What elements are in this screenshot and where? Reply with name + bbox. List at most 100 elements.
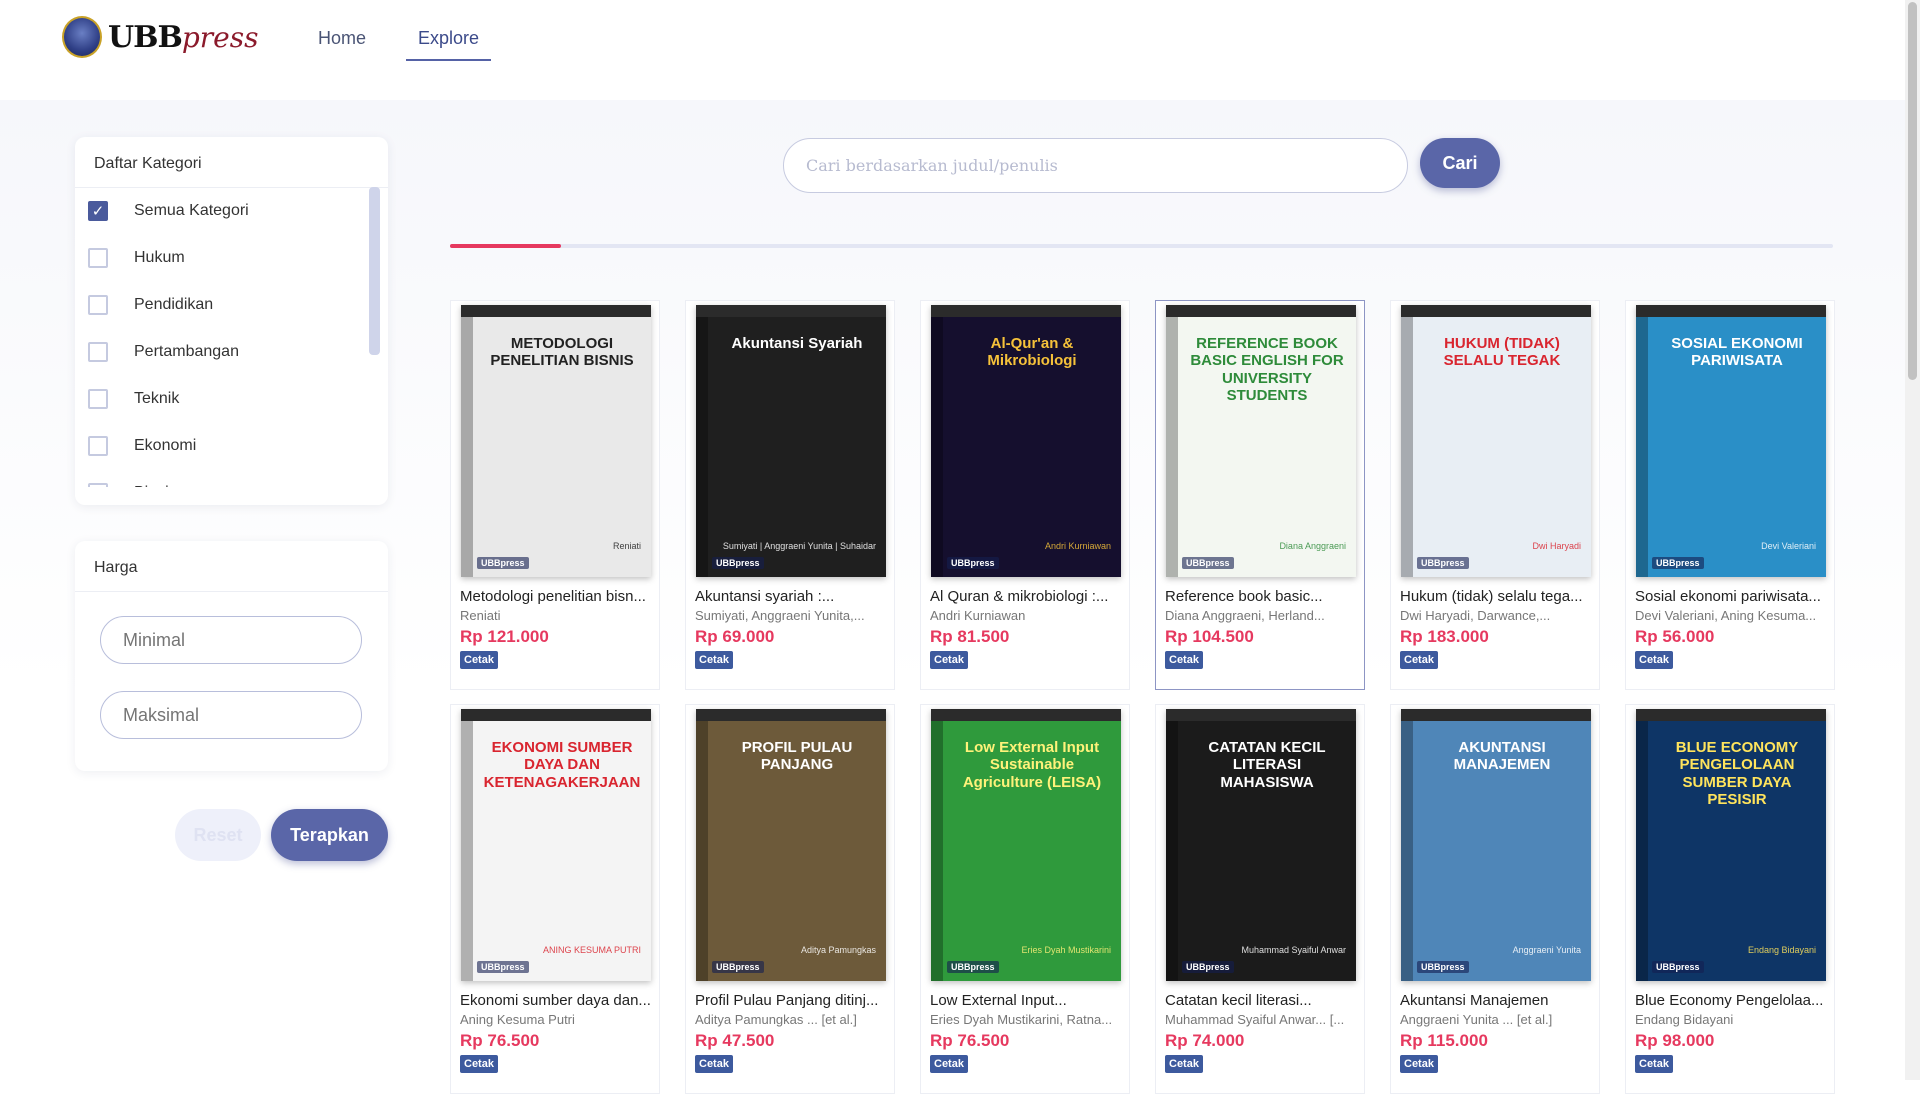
book-title[interactable]: Hukum (tidak) selalu tega... bbox=[1400, 588, 1596, 605]
category-panel-title: Daftar Kategori bbox=[75, 137, 388, 188]
category-list[interactable]: ✓ Semua Kategori Hukum Pendidikan Pertambang… bbox=[75, 187, 388, 487]
checkbox-checked-icon[interactable]: ✓ bbox=[88, 200, 108, 221]
book-cover-top bbox=[1401, 709, 1591, 721]
category-item[interactable]: Pendidikan bbox=[75, 281, 388, 328]
book-cover[interactable]: METODOLOGI PENELITIAN BISNIS Reniati UBBpr… bbox=[461, 305, 651, 577]
cover-title: Akuntansi Syariah bbox=[731, 335, 863, 352]
brand-logo[interactable]: UBBpress bbox=[62, 16, 259, 58]
search-button[interactable]: Cari bbox=[1420, 138, 1500, 188]
book-title[interactable]: Akuntansi Manajemen bbox=[1400, 992, 1596, 1009]
publisher-logo-sub: press bbox=[1440, 962, 1465, 972]
book-card[interactable]: PROFIL PULAU PANJANG Aditya Pamungkas UBBp… bbox=[685, 704, 895, 1094]
min-price-input[interactable] bbox=[100, 616, 362, 664]
publisher-logo-sub: press bbox=[500, 962, 525, 972]
checkbox-icon[interactable] bbox=[88, 341, 108, 362]
checkbox-icon[interactable] bbox=[88, 247, 108, 268]
cover-title: EKONOMI SUMBER DAYA DAN KETENAGAKERJAAN bbox=[483, 739, 641, 791]
checkbox-icon[interactable] bbox=[88, 435, 108, 456]
book-cover[interactable]: Al-Qur'an & Mikrobiologi Andri Kurniawan U… bbox=[931, 305, 1121, 577]
publisher-logo: UBBpress bbox=[1182, 557, 1234, 569]
book-cover[interactable]: REFERENCE BOOK BASIC ENGLISH FOR UNIVERS… bbox=[1166, 305, 1356, 577]
category-item[interactable]: Ekonomi bbox=[75, 422, 388, 469]
category-list-scrollbar[interactable] bbox=[369, 187, 380, 355]
print-badge: Cetak bbox=[1635, 651, 1673, 669]
publisher-logo: UBBpress bbox=[1182, 961, 1234, 973]
book-price: Rp 76.500 bbox=[930, 1031, 1010, 1050]
publisher-logo-main: UBB bbox=[1656, 962, 1676, 972]
book-cover[interactable]: Low External Input Sustainable Agricultu… bbox=[931, 709, 1121, 981]
page-scrollbar-thumb[interactable] bbox=[1908, 2, 1917, 380]
book-title[interactable]: Sosial ekonomi pariwisata... bbox=[1635, 588, 1831, 605]
book-title[interactable]: Ekonomi sumber daya dan... bbox=[460, 992, 656, 1009]
book-cover-spine bbox=[461, 721, 473, 981]
book-title[interactable]: Metodologi penelitian bisn... bbox=[460, 588, 656, 605]
book-cover-top bbox=[1166, 305, 1356, 317]
book-title[interactable]: Akuntansi syariah :... bbox=[695, 588, 891, 605]
book-cover[interactable]: Akuntansi Syariah Sumiyati | Anggraeni Yu… bbox=[696, 305, 886, 577]
checkbox-icon[interactable] bbox=[88, 294, 108, 315]
publisher-logo-sub: press bbox=[970, 962, 995, 972]
publisher-logo-sub: press bbox=[500, 558, 525, 568]
publisher-logo-main: UBB bbox=[716, 962, 736, 972]
publisher-logo: UBBpress bbox=[712, 961, 764, 973]
category-panel: Daftar Kategori ✓ Semua Kategori Hukum Pend… bbox=[75, 137, 388, 505]
search-input[interactable]: Cari berdasarkan judul/penulis bbox=[783, 138, 1408, 193]
book-title[interactable]: Catatan kecil literasi... bbox=[1165, 992, 1361, 1009]
book-card[interactable]: METODOLOGI PENELITIAN BISNIS Reniati UBBpr… bbox=[450, 300, 660, 690]
book-card[interactable]: Akuntansi Syariah Sumiyati | Anggraeni Yu… bbox=[685, 300, 895, 690]
book-card[interactable]: AKUNTANSI MANAJEMEN Anggraeni Yunita UBBpr… bbox=[1390, 704, 1600, 1094]
book-card[interactable]: SOSIAL EKONOMI PARIWISATA Devi Valeriani U… bbox=[1625, 300, 1835, 690]
book-card[interactable]: BLUE ECONOMY PENGELOLAAN SUMBER DAYA PES… bbox=[1625, 704, 1835, 1094]
book-cover-top bbox=[1401, 305, 1591, 317]
book-card[interactable]: Low External Input Sustainable Agricultu… bbox=[920, 704, 1130, 1094]
main-nav: Home Explore bbox=[318, 24, 531, 61]
book-cover[interactable]: AKUNTANSI MANAJEMEN Anggraeni Yunita UBBpr… bbox=[1401, 709, 1591, 981]
publisher-logo: UBBpress bbox=[477, 961, 529, 973]
book-cover[interactable]: HUKUM (TIDAK) SELALU TEGAK Dwi Haryadi UBB… bbox=[1401, 305, 1591, 577]
checkbox-icon[interactable] bbox=[88, 482, 108, 487]
print-badge: Cetak bbox=[1400, 651, 1438, 669]
book-title[interactable]: Reference book basic... bbox=[1165, 588, 1361, 605]
category-item[interactable]: Pertambangan bbox=[75, 328, 388, 375]
book-cover[interactable]: PROFIL PULAU PANJANG Aditya Pamungkas UBBp… bbox=[696, 709, 886, 981]
book-card[interactable]: Al-Qur'an & Mikrobiologi Andri Kurniawan U… bbox=[920, 300, 1130, 690]
book-price: Rp 183.000 bbox=[1400, 627, 1489, 646]
book-author: Reniati bbox=[460, 608, 501, 623]
book-card[interactable]: HUKUM (TIDAK) SELALU TEGAK Dwi Haryadi UBB… bbox=[1390, 300, 1600, 690]
category-item[interactable]: Teknik bbox=[75, 375, 388, 422]
publisher-logo: UBBpress bbox=[1417, 557, 1469, 569]
publisher-logo-main: UBB bbox=[951, 962, 971, 972]
publisher-logo: UBBpress bbox=[1652, 557, 1704, 569]
page-scrollbar[interactable] bbox=[1905, 0, 1920, 1080]
publisher-logo-main: UBB bbox=[1186, 962, 1206, 972]
book-cover-top bbox=[1636, 709, 1826, 721]
book-cover-top bbox=[696, 305, 886, 317]
book-cover[interactable]: EKONOMI SUMBER DAYA DAN KETENAGAKERJAAN A… bbox=[461, 709, 651, 981]
reset-button[interactable]: Reset bbox=[175, 809, 261, 861]
nav-home[interactable]: Home bbox=[318, 24, 366, 61]
nav-explore[interactable]: Explore bbox=[406, 24, 492, 61]
book-card[interactable]: EKONOMI SUMBER DAYA DAN KETENAGAKERJAAN A… bbox=[450, 704, 660, 1094]
book-price: Rp 98.000 bbox=[1635, 1031, 1715, 1050]
checkbox-icon[interactable] bbox=[88, 388, 108, 409]
book-cover[interactable]: SOSIAL EKONOMI PARIWISATA Devi Valeriani U… bbox=[1636, 305, 1826, 577]
book-title[interactable]: Al Quran & mikrobiologi :... bbox=[930, 588, 1126, 605]
book-title[interactable]: Low External Input... bbox=[930, 992, 1126, 1009]
book-cover-spine bbox=[1401, 721, 1413, 981]
max-price-input[interactable] bbox=[100, 691, 362, 739]
book-card[interactable]: REFERENCE BOOK BASIC ENGLISH FOR UNIVERS… bbox=[1155, 300, 1365, 690]
category-item[interactable]: Hukum bbox=[75, 234, 388, 281]
publisher-logo-main: UBB bbox=[716, 558, 736, 568]
book-cover[interactable]: CATATAN KECIL LITERASI MAHASISWA Muhammad… bbox=[1166, 709, 1356, 981]
publisher-logo-sub: press bbox=[735, 558, 760, 568]
book-cover[interactable]: BLUE ECONOMY PENGELOLAAN SUMBER DAYA PES… bbox=[1636, 709, 1826, 981]
book-card[interactable]: CATATAN KECIL LITERASI MAHASISWA Muhammad… bbox=[1155, 704, 1365, 1094]
book-author: Muhammad Syaiful Anwar... [... bbox=[1165, 1012, 1345, 1027]
publisher-logo: UBBpress bbox=[477, 557, 529, 569]
book-title[interactable]: Blue Economy Pengelolaa... bbox=[1635, 992, 1831, 1009]
category-item[interactable]: Bisnis bbox=[75, 469, 388, 487]
category-item[interactable]: ✓ Semua Kategori bbox=[75, 187, 388, 234]
book-price: Rp 115.000 bbox=[1400, 1031, 1488, 1050]
book-title[interactable]: Profil Pulau Panjang ditinj... bbox=[695, 992, 891, 1009]
apply-button[interactable]: Terapkan bbox=[271, 809, 388, 861]
